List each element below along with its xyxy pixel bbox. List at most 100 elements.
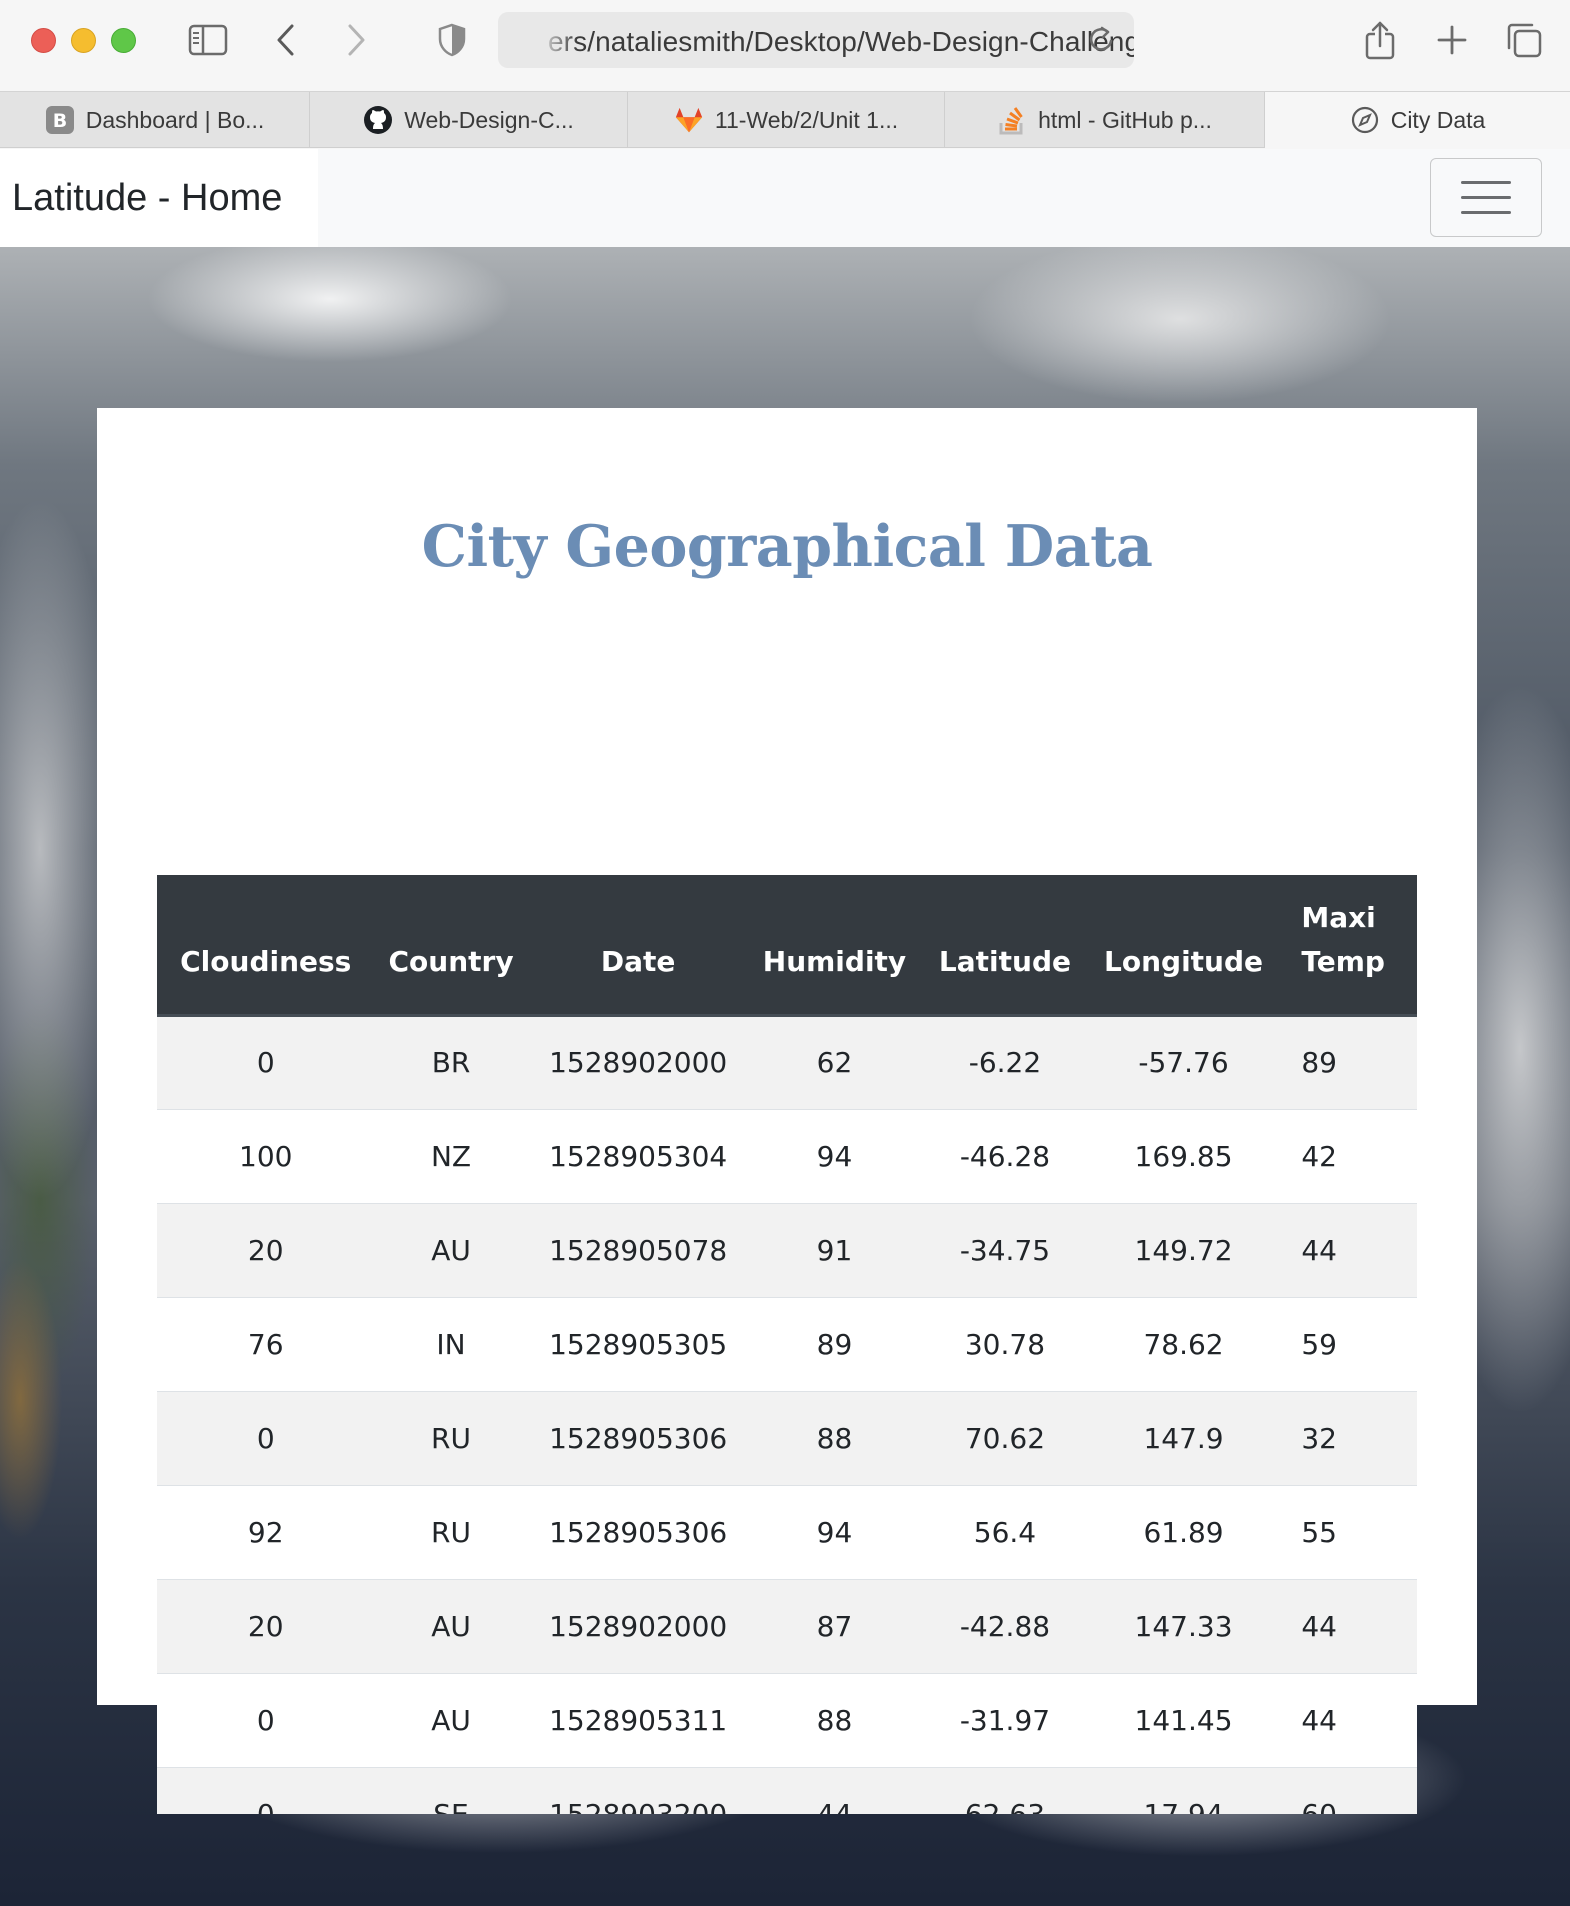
tab-stackoverflow[interactable]: html - GitHub p... [945, 92, 1265, 148]
cell-date: 1528905304 [527, 1108, 749, 1203]
share-icon[interactable] [1358, 18, 1402, 62]
cell-country: RU [374, 1484, 528, 1579]
column-header-max-temp: Maxi Temp [1277, 875, 1417, 1017]
cell-max-temp: 44 [1277, 1672, 1417, 1767]
address-bar[interactable]: ers/nataliesmith/Desktop/Web-Design-Chal… [498, 12, 1134, 68]
cell-country: NZ [374, 1108, 528, 1203]
cell-country: RU [374, 1390, 528, 1485]
table-row: 100 NZ 1528905304 94 -46.28 169.85 42 [157, 1108, 1417, 1203]
cell-latitude: 30.78 [920, 1296, 1090, 1391]
data-table-container[interactable]: Cloudiness Country Date Humidity Latitud… [157, 875, 1417, 1814]
table-header-row: Cloudiness Country Date Humidity Latitud… [157, 875, 1417, 1017]
cell-date: 1528905306 [527, 1484, 749, 1579]
tab-label: 11-Web/2/Unit 1... [714, 106, 899, 133]
table-row: 0 AU 1528905311 88 -31.97 141.45 44 [157, 1672, 1417, 1767]
url-fade [538, 12, 578, 68]
header-line: Maxi [1301, 900, 1376, 934]
table-row: 20 AU 1528902000 87 -42.88 147.33 44 [157, 1578, 1417, 1673]
cell-date: 1528903200 [527, 1766, 749, 1814]
column-header-humidity: Humidity [748, 875, 921, 1017]
cell-longitude: 61.89 [1089, 1484, 1278, 1579]
cell-longitude: 141.45 [1089, 1672, 1278, 1767]
page-title: City Geographical Data [421, 513, 1153, 580]
tab-label: Dashboard | Bo... [85, 106, 265, 133]
tab-gitlab[interactable]: 11-Web/2/Unit 1... [628, 92, 945, 148]
navbar-brand-link[interactable]: Latitude - Home [0, 149, 318, 247]
cell-cloudiness: 0 [157, 1766, 375, 1814]
cell-cloudiness: 100 [157, 1108, 375, 1203]
cell-date: 1528905305 [527, 1296, 749, 1391]
github-icon [363, 105, 393, 135]
column-header-date: Date [527, 875, 749, 1017]
cell-latitude: -34.75 [920, 1202, 1090, 1297]
tab-label: City Data [1390, 106, 1486, 133]
hamburger-bar [1461, 211, 1511, 214]
stackoverflow-icon [997, 105, 1027, 135]
cell-longitude: 149.72 [1089, 1202, 1278, 1297]
browser-toolbar: ers/nataliesmith/Desktop/Web-Design-Chal… [0, 0, 1570, 92]
new-tab-icon[interactable] [1430, 18, 1474, 62]
cell-country: AU [374, 1202, 528, 1297]
compass-icon [1350, 105, 1380, 135]
cell-date: 1528905078 [527, 1202, 749, 1297]
cell-max-temp: 59 [1277, 1296, 1417, 1391]
cell-longitude: 147.9 [1089, 1390, 1278, 1485]
back-icon[interactable] [264, 18, 308, 62]
cell-cloudiness: 0 [157, 1390, 375, 1485]
bootstrap-glyph: B [52, 110, 66, 132]
close-window-button[interactable] [31, 28, 56, 53]
tab-overview-icon[interactable] [1502, 18, 1546, 62]
cell-longitude: 169.85 [1089, 1108, 1278, 1203]
sidebar-toggle-icon[interactable] [186, 18, 230, 62]
cell-humidity: 94 [748, 1484, 921, 1579]
cell-longitude: 147.33 [1089, 1578, 1278, 1673]
column-header-country: Country [374, 875, 528, 1017]
cell-longitude: 17.94 [1089, 1766, 1278, 1814]
city-data-table: Cloudiness Country Date Humidity Latitud… [157, 875, 1417, 1814]
minimize-window-button[interactable] [71, 28, 96, 53]
cell-humidity: 87 [748, 1578, 921, 1673]
tab-web-design[interactable]: Web-Design-C... [310, 92, 628, 148]
cell-max-temp: 44 [1277, 1202, 1417, 1297]
cell-cloudiness: 76 [157, 1296, 375, 1391]
cell-max-temp: 60 [1277, 1766, 1417, 1814]
tab-dashboard[interactable]: B Dashboard | Bo... [0, 92, 310, 148]
tab-city-data[interactable]: City Data [1265, 92, 1570, 148]
cell-latitude: 56.4 [920, 1484, 1090, 1579]
cell-date: 1528902000 [527, 1578, 749, 1673]
cell-humidity: 88 [748, 1672, 921, 1767]
cell-country: BR [374, 1014, 528, 1109]
cell-latitude: -31.97 [920, 1672, 1090, 1767]
content-card: City Geographical Data Cloudiness Countr… [97, 408, 1477, 1814]
cell-cloudiness: 0 [157, 1014, 375, 1109]
cell-max-temp: 89 [1277, 1014, 1417, 1109]
table-row: 92 RU 1528905306 94 56.4 61.89 55 [157, 1484, 1417, 1579]
cell-country: AU [374, 1672, 528, 1767]
tab-label: Web-Design-C... [404, 106, 574, 133]
cell-longitude: -57.76 [1089, 1014, 1278, 1109]
table-row: 20 AU 1528905078 91 -34.75 149.72 44 [157, 1202, 1417, 1297]
cell-humidity: 88 [748, 1390, 921, 1485]
cell-date: 1528902000 [527, 1014, 749, 1109]
cell-max-temp: 55 [1277, 1484, 1417, 1579]
cell-humidity: 94 [748, 1108, 921, 1203]
cell-country: IN [374, 1296, 528, 1391]
forward-icon[interactable] [334, 18, 378, 62]
cell-country: AU [374, 1578, 528, 1673]
table-body: 0 BR 1528902000 62 -6.22 -57.76 89 100 NZ 1528905… [157, 1014, 1417, 1814]
cell-date: 1528905306 [527, 1390, 749, 1485]
hamburger-bar [1461, 181, 1511, 184]
cell-latitude: -46.28 [920, 1108, 1090, 1203]
page-viewport: Latitude - Home City Geographical Data C… [0, 149, 1570, 1906]
hamburger-bar [1461, 196, 1511, 199]
bootstrap-icon: B [45, 105, 75, 135]
reload-icon[interactable] [1086, 24, 1116, 56]
zoom-window-button[interactable] [111, 28, 136, 53]
cell-humidity: 89 [748, 1296, 921, 1391]
column-header-cloudiness: Cloudiness [157, 875, 375, 1017]
menu-toggle-button[interactable] [1430, 158, 1542, 237]
cell-cloudiness: 0 [157, 1672, 375, 1767]
cell-humidity: 44 [748, 1766, 921, 1814]
tab-bar: B Dashboard | Bo... Web-Design-C... 11-W… [0, 92, 1570, 148]
privacy-shield-icon[interactable] [430, 18, 474, 62]
